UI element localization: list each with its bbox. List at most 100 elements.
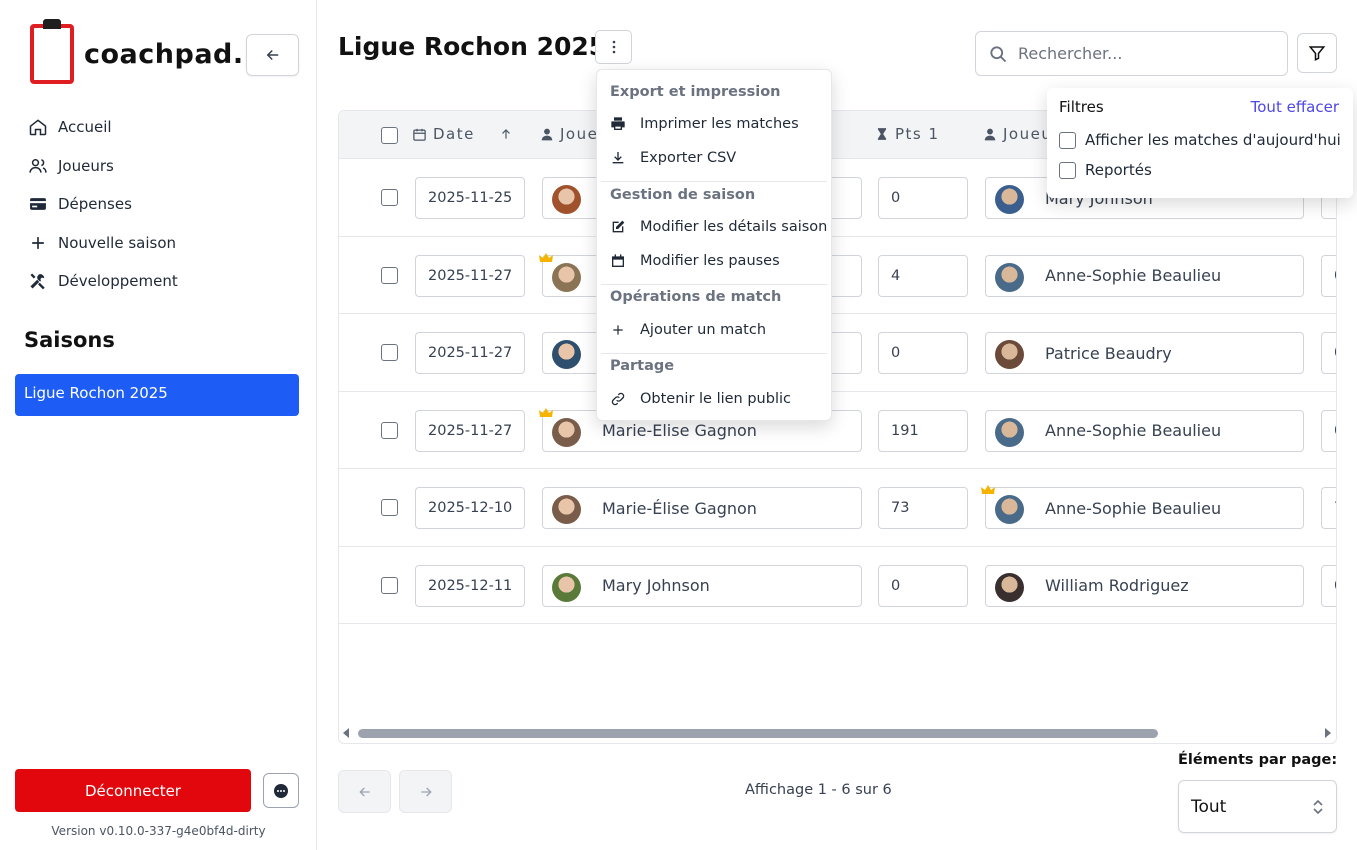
date-field[interactable]: 2025-12-11	[415, 564, 525, 607]
next-page-button[interactable]	[399, 770, 452, 813]
column-header-date[interactable]: Date	[412, 125, 513, 143]
pts1-input[interactable]: 191	[878, 409, 968, 452]
menu-item-label: Modifier les détails saison	[640, 219, 828, 235]
pts1-input[interactable]: 73	[878, 487, 968, 529]
logo[interactable]: coachpad.	[30, 19, 244, 84]
player1-select[interactable]: Mary Johnson	[542, 564, 862, 607]
menu-item-edit-breaks[interactable]: Modifier les pauses	[610, 253, 780, 269]
pts1-input[interactable]: 4	[878, 254, 968, 297]
row-checkbox[interactable]	[381, 266, 398, 284]
more-dots-icon	[274, 783, 288, 798]
row-checkbox[interactable]	[381, 189, 398, 206]
table-row[interactable]: 2025-11-27 Marie-Elise Gagnon 191 Anne-S…	[339, 392, 1336, 469]
menu-section-title: Partage	[610, 358, 675, 374]
player2-name: Anne-Sophie Beaulieu	[1045, 266, 1222, 285]
column-label: Joueu	[1003, 125, 1053, 143]
column-header-player1[interactable]: Joue	[540, 125, 598, 143]
column-label: Pts 1	[895, 125, 940, 143]
horizontal-scrollbar[interactable]	[338, 725, 1337, 741]
pts2-input[interactable]: 0	[1321, 254, 1336, 297]
player2-select[interactable]: Anne-Sophie Beaulieu	[985, 487, 1304, 529]
player1-avatar	[552, 572, 581, 602]
filter-option-postponed[interactable]: Reportés	[1059, 161, 1152, 179]
filter-option-today[interactable]: Afficher les matches d'aujourd'hui	[1059, 131, 1341, 149]
menu-item-edit-season-details[interactable]: Modifier les détails saison	[610, 219, 827, 235]
date-field[interactable]: 2025-12-10	[415, 487, 525, 529]
player2-select[interactable]: Patrice Beaudry	[985, 332, 1304, 374]
nav-item-developpement[interactable]: Développement	[28, 262, 178, 301]
calendar-icon	[612, 254, 624, 267]
player2-select[interactable]: William Rodriguez	[985, 564, 1304, 607]
date-value: 2025-11-27	[428, 422, 513, 439]
pts2-input[interactable]: 0	[1321, 409, 1336, 452]
logout-button[interactable]: Déconnecter	[15, 769, 251, 812]
filter-postponed-checkbox[interactable]	[1059, 161, 1076, 179]
table-row[interactable]: 2025-11-27 4 Anne-Sophie Beaulieu 0	[339, 237, 1336, 314]
nav-item-joueurs[interactable]: Joueurs	[28, 147, 178, 186]
date-field[interactable]: 2025-11-27	[415, 254, 525, 297]
menu-item-get-public-link[interactable]: Obtenir le lien public	[610, 391, 791, 407]
seasons-heading: Saisons	[24, 328, 115, 352]
collapse-sidebar-button[interactable]	[246, 34, 299, 76]
search-input[interactable]	[1018, 44, 1258, 63]
pts1-input[interactable]: 0	[878, 564, 968, 607]
player1-select[interactable]: Marie-Élise Gagnon	[542, 487, 862, 529]
menu-section-title: Export et impression	[610, 84, 781, 100]
card-icon	[30, 198, 46, 211]
select-all-checkbox[interactable]	[381, 127, 398, 144]
download-icon	[612, 152, 624, 164]
date-value: 2025-12-10	[428, 500, 513, 516]
pagination-summary: Affichage 1 - 6 sur 6	[745, 782, 892, 798]
date-field[interactable]: 2025-11-25	[415, 177, 525, 219]
pts1-input[interactable]: 0	[878, 177, 968, 219]
table-row[interactable]: 2025-12-10 Marie-Élise Gagnon 73 Anne-So…	[339, 469, 1336, 547]
pts2-input[interactable]: 7	[1321, 487, 1336, 529]
date-field[interactable]: 2025-11-27	[415, 332, 525, 374]
scroll-left-icon	[343, 728, 349, 738]
pts1-value: 0	[891, 345, 901, 361]
menu-item-export-csv[interactable]: Exporter CSV	[610, 150, 736, 166]
nav-label: Accueil	[58, 118, 112, 137]
row-checkbox[interactable]	[381, 344, 398, 361]
table-row[interactable]: 2025-12-11 Mary Johnson 0 William Rodrig…	[339, 547, 1336, 624]
nav-label: Joueurs	[58, 156, 114, 175]
column-header-pts1[interactable]: Pts 1	[875, 125, 940, 143]
user-icon	[984, 128, 996, 140]
season-item-ligue-rochon-2025[interactable]: Ligue Rochon 2025	[15, 374, 299, 416]
filter-button[interactable]	[1297, 33, 1337, 73]
plus-icon	[613, 325, 623, 335]
player2-select[interactable]: Anne-Sophie Beaulieu	[985, 254, 1304, 297]
nav-item-nouvelle-saison[interactable]: Nouvelle saison	[28, 224, 178, 263]
table-row[interactable]: 2025-11-27 0 Patrice Beaudry 0	[339, 314, 1336, 392]
menu-item-label: Exporter CSV	[640, 150, 737, 166]
search-box[interactable]	[975, 31, 1288, 76]
date-field[interactable]: 2025-11-27	[415, 409, 525, 452]
row-checkbox[interactable]	[381, 421, 398, 439]
row-checkbox[interactable]	[381, 499, 398, 516]
hourglass-icon	[877, 128, 887, 140]
menu-item-add-match[interactable]: Ajouter un match	[610, 322, 766, 338]
nav-item-depenses[interactable]: Dépenses	[28, 185, 178, 224]
player2-avatar	[995, 572, 1024, 602]
player1-name: Mary Johnson	[602, 576, 710, 595]
nav-item-accueil[interactable]: Accueil	[28, 108, 178, 147]
pts1-input[interactable]: 0	[878, 332, 968, 374]
scrollbar-thumb[interactable]	[358, 729, 1158, 738]
filter-option-label: Afficher les matches d'aujourd'hui	[1085, 131, 1341, 149]
row-checkbox[interactable]	[381, 576, 398, 594]
filters-title: Filtres	[1059, 98, 1104, 116]
more-options-button[interactable]	[263, 773, 299, 808]
clear-all-filters-link[interactable]: Tout effacer	[1251, 98, 1339, 116]
filter-today-checkbox[interactable]	[1059, 131, 1076, 149]
pts2-input[interactable]: 0	[1321, 332, 1336, 374]
plus-icon	[32, 236, 44, 249]
column-header-player2[interactable]: Joueu	[983, 125, 1052, 143]
filter-option-label: Reportés	[1085, 161, 1152, 179]
pencil-square-icon	[612, 220, 625, 233]
previous-page-button[interactable]	[338, 770, 391, 813]
per-page-select[interactable]: Tout	[1178, 780, 1337, 833]
pts2-input[interactable]: 0	[1321, 564, 1336, 607]
season-actions-button[interactable]	[595, 30, 632, 64]
player2-select[interactable]: Anne-Sophie Beaulieu	[985, 409, 1304, 452]
menu-item-print-matches[interactable]: Imprimer les matches	[610, 116, 799, 132]
